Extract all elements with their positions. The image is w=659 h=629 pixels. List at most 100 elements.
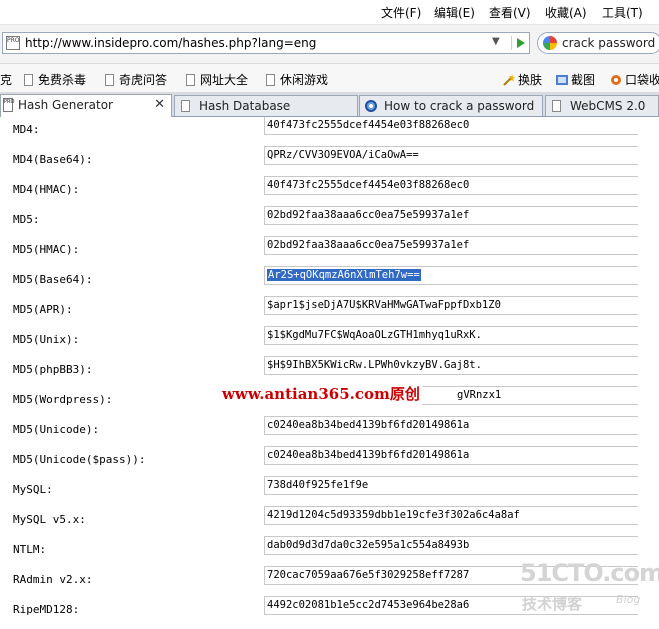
page-icon (181, 100, 190, 112)
hash-value-field[interactable]: dab0d9d3d7da0c32e595a1c554a8493b (264, 536, 638, 555)
hash-value: 02bd92faa38aaa6cc0ea75e59937a1ef (267, 239, 470, 251)
hash-row: MD5(Base64): Ar2S+qOKqmzA6nXlmTeh7w== (0, 266, 659, 296)
hash-label: MD5(Wordpress): (13, 393, 113, 406)
address-bar[interactable]: PRO http://www.insidepro.com/hashes.php?… (2, 32, 530, 54)
hash-value-field[interactable]: 40f473fc2555dcef4454e03f88268ec0 (264, 176, 638, 195)
hash-value: 40f473fc2555dcef4454e03f88268ec0 (267, 119, 470, 131)
hash-value-field[interactable]: Ar2S+qOKqmzA6nXlmTeh7w== (264, 266, 638, 285)
bookmark-qihoo-qa[interactable]: 奇虎问答 (105, 71, 167, 88)
search-input[interactable]: crack password (562, 36, 655, 50)
pro-badge-icon: PRO (3, 98, 14, 112)
hash-value: 720cac7059aa676e5f3029258eff7287 (267, 569, 470, 581)
pocket-button[interactable]: 口袋收 (610, 71, 659, 88)
wand-icon (503, 74, 515, 86)
hash-row: MD5(Unix): $1$KgdMu7FC$WqAoaOLzGTH1mhyq1u… (0, 326, 659, 356)
hash-value-field[interactable]: 02bd92faa38aaa6cc0ea75e59937a1ef (264, 236, 638, 255)
hash-value: 02bd92faa38aaa6cc0ea75e59937a1ef (267, 209, 470, 221)
globe-icon (365, 100, 377, 112)
hash-row: MD4(Base64): QPRz/CVV3O9EVOA/iCaOwA== (0, 146, 659, 176)
address-url[interactable]: http://www.insidepro.com/hashes.php?lang… (25, 36, 316, 50)
hash-value: gVRnzx1 (457, 389, 502, 401)
go-arrow-icon[interactable] (511, 36, 528, 50)
close-icon[interactable]: ✕ (154, 97, 165, 112)
bookmark-site-directory[interactable]: 网址大全 (186, 71, 248, 88)
menu-edit[interactable]: 编辑(E) (434, 4, 475, 21)
tab-webcms[interactable]: WebCMS 2.0 (545, 95, 659, 116)
hash-value-field[interactable]: $H$9IhBX5KWicRw.LPWh0vkzyBV.Gaj8t. (264, 356, 638, 375)
screenshot-button[interactable]: 截图 (556, 71, 595, 88)
hash-value: 738d40f925fe1f9e (267, 479, 369, 491)
hash-label: MD5(APR): (13, 303, 73, 316)
hash-value: 4219d1204c5d93359dbb1e19cfe3f302a6c4a8af (267, 509, 520, 521)
menu-tools[interactable]: 工具(T) (602, 4, 643, 21)
hash-label: MD5(Unicode): (13, 423, 100, 436)
hash-row: MD5(APR): $apr1$jseDjA7U$KRVaHMwGATwaFppf… (0, 296, 659, 326)
watermark-51cto: 51CTO.com 技术博客 Blog (520, 559, 659, 619)
hash-row: MySQL v5.x: 4219d1204c5d93359dbb1e19cfe3f… (0, 506, 659, 536)
scissors-icon (556, 75, 568, 85)
hash-value: Ar2S+qOKqmzA6nXlmTeh7w== (267, 269, 421, 281)
hash-value: 4492c02081b1e5cc2d7453e964be28a6 (267, 599, 470, 611)
hash-value: $1$KgdMu7FC$WqAoaOLzGTH1mhyq1uRxK. (267, 329, 482, 341)
menu-view[interactable]: 查看(V) (489, 4, 531, 21)
bookmark-partial[interactable]: 克 (0, 71, 12, 88)
hash-row: MD5(HMAC): 02bd92faa38aaa6cc0ea75e59937a1… (0, 236, 659, 266)
hash-value-field[interactable]: 40f473fc2555dcef4454e03f88268ec0 (264, 117, 638, 135)
menu-favorites[interactable]: 收藏(A) (545, 4, 587, 21)
hash-value: c0240ea8b34bed4139bf6fd20149861a (267, 449, 470, 461)
hash-value: c0240ea8b34bed4139bf6fd20149861a (267, 419, 470, 431)
tab-hash-database[interactable]: Hash Database (174, 95, 358, 116)
hash-label: NTLM: (13, 543, 47, 556)
hash-value-field[interactable]: $1$KgdMu7FC$WqAoaOLzGTH1mhyq1uRxK. (264, 326, 638, 345)
skin-button[interactable]: 换肤 (503, 71, 542, 88)
hash-label: MD5(phpBB3): (13, 363, 93, 376)
hash-label: MD5(Base64): (13, 273, 93, 286)
watermark-antian365: www.antian365.com原创 (220, 381, 422, 406)
page-icon (186, 74, 195, 86)
bookmarks-bar: 克 免费杀毒 奇虎问答 网址大全 休闲游戏 换肤 截图 口袋收 (0, 64, 659, 93)
hash-row: MD4: 40f473fc2555dcef4454e03f88268ec0 (0, 117, 659, 146)
hash-value-field[interactable]: 4219d1204c5d93359dbb1e19cfe3f302a6c4a8af (264, 506, 638, 525)
page-icon (266, 74, 275, 86)
hash-value: dab0d9d3d7da0c32e595a1c554a8493b (267, 539, 470, 551)
menu-bar: 文件(F) 编辑(E) 查看(V) 收藏(A) 工具(T) (0, 0, 659, 25)
hash-label: RAdmin v2.x: (13, 573, 93, 586)
hash-value-field[interactable]: 02bd92faa38aaa6cc0ea75e59937a1ef (264, 206, 638, 225)
hash-row: MD5: 02bd92faa38aaa6cc0ea75e59937a1ef (0, 206, 659, 236)
hash-row: MySQL: 738d40f925fe1f9e (0, 476, 659, 506)
hash-label: MD4(HMAC): (13, 183, 80, 196)
address-row: PRO http://www.insidepro.com/hashes.php?… (0, 25, 659, 64)
watermark-51cto-small: 技术博客 (522, 595, 583, 613)
hash-value: 40f473fc2555dcef4454e03f88268ec0 (267, 179, 470, 191)
hash-value: $apr1$jseDjA7U$KRVaHMwGATwaFppfDxb1Z0 (267, 299, 501, 311)
menu-file[interactable]: 文件(F) (381, 4, 421, 21)
hash-label: MD5(Unicode($pass)): (13, 453, 146, 466)
hash-label: MD5: (13, 213, 40, 226)
hash-label: MD5(Unix): (13, 333, 80, 346)
hash-value-field[interactable]: QPRz/CVV3O9EVOA/iCaOwA== (264, 146, 638, 165)
hash-row: MD5(Unicode($pass)): c0240ea8b34bed4139bf… (0, 446, 659, 476)
page-icon (105, 74, 114, 86)
hash-label: MySQL: (13, 483, 53, 496)
hash-label: MySQL v5.x: (13, 513, 86, 526)
watermark-51cto-big: 51CTO.com (520, 559, 659, 587)
hash-row: MD5(Unicode): c0240ea8b34bed4139bf6fd2014… (0, 416, 659, 446)
page-icon (24, 74, 33, 86)
tab-how-to-crack[interactable]: How to crack a password (359, 95, 543, 116)
chevron-down-icon[interactable]: ▼ (492, 36, 500, 47)
bookmark-free-antivirus[interactable]: 免费杀毒 (24, 71, 86, 88)
page-icon (552, 100, 561, 112)
bookmark-casual-games[interactable]: 休闲游戏 (266, 71, 328, 88)
watermark-51cto-blog: Blog (616, 593, 641, 606)
hash-label: MD4: (13, 123, 40, 136)
hash-label: MD5(HMAC): (13, 243, 80, 256)
pro-badge-icon: PRO (6, 36, 20, 50)
search-box[interactable]: crack password (537, 32, 659, 54)
hash-value-field[interactable]: c0240ea8b34bed4139bf6fd20149861a (264, 416, 638, 435)
hash-value-field[interactable]: c0240ea8b34bed4139bf6fd20149861a (264, 446, 638, 465)
tab-hash-generator[interactable]: PRO Hash Generator ✕ (0, 94, 172, 117)
hash-value-field[interactable]: 738d40f925fe1f9e (264, 476, 638, 495)
hash-value: QPRz/CVV3O9EVOA/iCaOwA== (267, 149, 419, 161)
hash-value-field[interactable]: $apr1$jseDjA7U$KRVaHMwGATwaFppfDxb1Z0 (264, 296, 638, 315)
hash-results: MD4: 40f473fc2555dcef4454e03f88268ec0 MD4(… (0, 117, 659, 629)
